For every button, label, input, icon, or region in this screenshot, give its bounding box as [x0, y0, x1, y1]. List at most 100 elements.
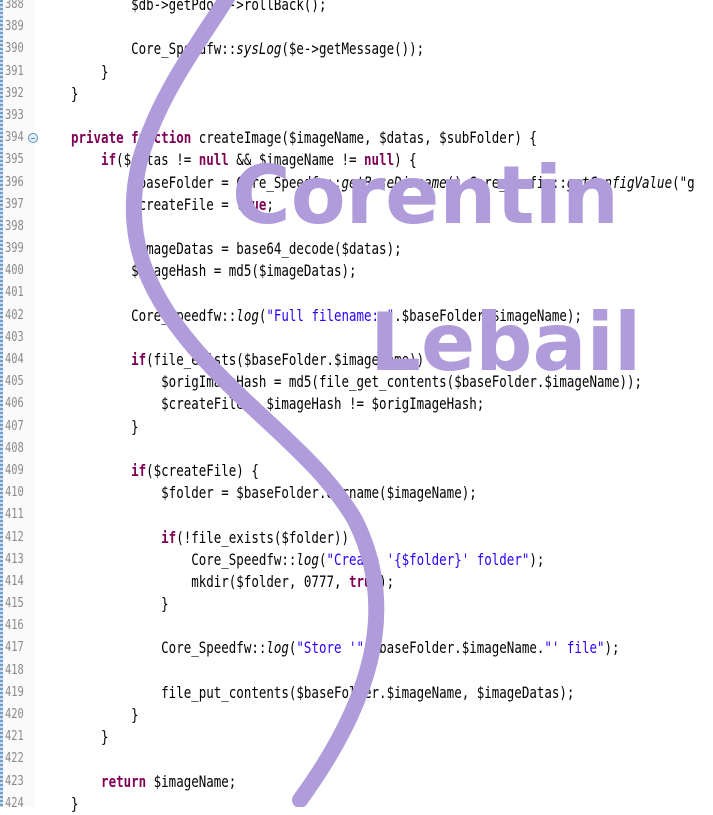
code-line[interactable]: 419 file_put_contents($baseFolder.$image… — [3, 682, 713, 704]
line-number: 399 — [5, 241, 24, 257]
code-line[interactable]: 421 } — [3, 726, 713, 748]
line-number: 419 — [5, 684, 24, 700]
line-number: 409 — [5, 462, 24, 478]
code-text[interactable]: Core_Speedfw::log("Create '{$folder}' fo… — [71, 549, 544, 571]
code-text[interactable]: } — [71, 61, 109, 83]
code-line[interactable]: 389 — [3, 16, 713, 38]
code-line[interactable]: 424} — [3, 793, 713, 815]
line-number: 417 — [5, 640, 24, 656]
line-number: 388 — [5, 0, 24, 12]
line-number: 402 — [5, 307, 24, 323]
line-number: 423 — [5, 773, 24, 789]
line-number: 411 — [5, 507, 24, 523]
code-line[interactable]: 398 — [3, 216, 713, 238]
code-text[interactable]: } — [71, 416, 139, 438]
line-number: 395 — [5, 152, 24, 168]
fold-toggle-icon[interactable] — [28, 133, 38, 144]
line-number: 400 — [5, 263, 24, 279]
code-line[interactable]: 409 if($createFile) { — [3, 460, 713, 482]
line-number: 410 — [5, 485, 24, 501]
code-line[interactable]: 393 — [3, 105, 713, 127]
code-line[interactable]: 400 $imageHash = md5($imageDatas); — [3, 260, 713, 282]
line-number: 415 — [5, 596, 24, 612]
code-line[interactable]: 410 $folder = $baseFolder.dirname($image… — [3, 482, 713, 504]
code-text[interactable]: if(!file_exists($folder)) { — [71, 527, 364, 549]
code-text[interactable]: } — [71, 83, 79, 105]
code-line[interactable]: 403 — [3, 327, 713, 349]
code-text[interactable]: Core_Speedfw::sysLog($e->getMessage()); — [71, 38, 424, 60]
code-text[interactable]: $createFile = true; — [71, 194, 274, 216]
code-line[interactable]: 414 mkdir($folder, 0777, true); — [3, 571, 713, 593]
code-line[interactable]: 401 — [3, 282, 713, 304]
code-line[interactable]: 394 private function createImage($imageNa… — [3, 127, 713, 149]
code-line[interactable]: 388 $db->getPdo()->rollBack(); — [3, 0, 713, 16]
line-number: 406 — [5, 396, 24, 412]
line-number: 413 — [5, 551, 24, 567]
code-text[interactable]: Core_Speedfw::log("Full filename: ".$bas… — [71, 305, 582, 327]
code-line[interactable]: 412 if(!file_exists($folder)) { — [3, 527, 713, 549]
line-number: 394 — [5, 130, 24, 146]
code-text[interactable]: mkdir($folder, 0777, true); — [71, 571, 394, 593]
code-line[interactable]: 407 } — [3, 416, 713, 438]
line-number: 401 — [5, 285, 24, 301]
line-number: 405 — [5, 374, 24, 390]
code-line[interactable]: 422 — [3, 748, 713, 770]
code-text[interactable]: file_put_contents($baseFolder.$imageName… — [71, 682, 574, 704]
code-text[interactable]: $imageDatas = base64_decode($datas); — [71, 238, 401, 260]
code-line[interactable]: 411 — [3, 504, 713, 526]
line-number: 418 — [5, 662, 24, 678]
code-line[interactable]: 406 $createFile = $imageHash != $origIma… — [3, 393, 713, 415]
line-number: 414 — [5, 573, 24, 589]
code-text[interactable]: $origImageHash = md5(file_get_contents($… — [71, 371, 642, 393]
code-line[interactable]: 395 if($datas != null && $imageName != n… — [3, 149, 713, 171]
code-line[interactable]: 397 $createFile = true; — [3, 194, 713, 216]
line-number: 398 — [5, 218, 24, 234]
code-text[interactable]: private function createImage($imageName,… — [71, 127, 537, 149]
code-line[interactable]: 417 Core_Speedfw::log("Store '".$baseFol… — [3, 637, 713, 659]
code-text[interactable]: if($createFile) { — [71, 460, 259, 482]
line-number: 390 — [5, 41, 24, 57]
line-number: 420 — [5, 707, 24, 722]
code-line[interactable]: 402 Core_Speedfw::log("Full filename: ".… — [3, 305, 713, 327]
line-number: 391 — [5, 63, 24, 79]
code-line[interactable]: 416 — [3, 615, 713, 637]
line-number: 397 — [5, 196, 24, 212]
code-line[interactable]: 391 } — [3, 61, 713, 83]
code-line[interactable]: 413 Core_Speedfw::log("Create '{$folder}… — [3, 549, 713, 571]
code-text[interactable]: if(file_exists($baseFolder.$imageName)) … — [71, 349, 439, 371]
code-line[interactable]: 399 $imageDatas = base64_decode($datas); — [3, 238, 713, 260]
code-text[interactable]: } — [71, 793, 79, 815]
code-line[interactable]: 423 return $imageName; — [3, 771, 713, 793]
code-text[interactable]: $baseFolder = Core_Speedfw::getBaseDirna… — [71, 172, 695, 194]
code-line[interactable]: 420 } — [3, 704, 713, 726]
code-line[interactable]: 404 if(file_exists($baseFolder.$imageNam… — [3, 349, 713, 371]
code-text[interactable]: if($datas != null && $imageName != null)… — [71, 149, 417, 171]
line-number: 403 — [5, 329, 24, 345]
line-number: 424 — [5, 795, 24, 811]
code-text[interactable]: $imageHash = md5($imageDatas); — [71, 260, 356, 282]
code-line[interactable]: 390 Core_Speedfw::sysLog($e->getMessage(… — [3, 38, 713, 60]
code-line[interactable]: 418 — [3, 660, 713, 682]
code-line[interactable]: 396 $baseFolder = Core_Speedfw::getBaseD… — [3, 172, 713, 194]
code-text[interactable]: } — [71, 593, 169, 615]
code-text[interactable]: Core_Speedfw::log("Store '".$baseFolder.… — [71, 637, 619, 659]
line-number: 396 — [5, 174, 24, 190]
line-number: 407 — [5, 418, 24, 434]
line-number: 392 — [5, 85, 24, 101]
line-number: 412 — [5, 529, 24, 545]
line-number: 389 — [5, 19, 24, 35]
code-line[interactable]: 405 $origImageHash = md5(file_get_conten… — [3, 371, 713, 393]
code-text[interactable]: $db->getPdo()->rollBack(); — [71, 0, 326, 16]
code-text[interactable]: $folder = $baseFolder.dirname($imageName… — [71, 482, 477, 504]
code-text[interactable]: } — [71, 704, 139, 726]
line-number: 404 — [5, 352, 24, 367]
line-number: 422 — [5, 751, 24, 767]
code-line[interactable]: 415 } — [3, 593, 713, 615]
code-text[interactable]: return $imageName; — [71, 771, 236, 793]
code-text[interactable]: $createFile = $imageHash != $origImageHa… — [71, 393, 484, 415]
code-line[interactable]: 392} — [3, 83, 713, 105]
code-line[interactable]: 408 — [3, 438, 713, 460]
code-text[interactable]: } — [71, 726, 109, 748]
line-number: 416 — [5, 618, 24, 634]
code-editor[interactable]: 388 $db->getPdo()->rollBack(); 389 390 Cor… — [3, 0, 713, 815]
